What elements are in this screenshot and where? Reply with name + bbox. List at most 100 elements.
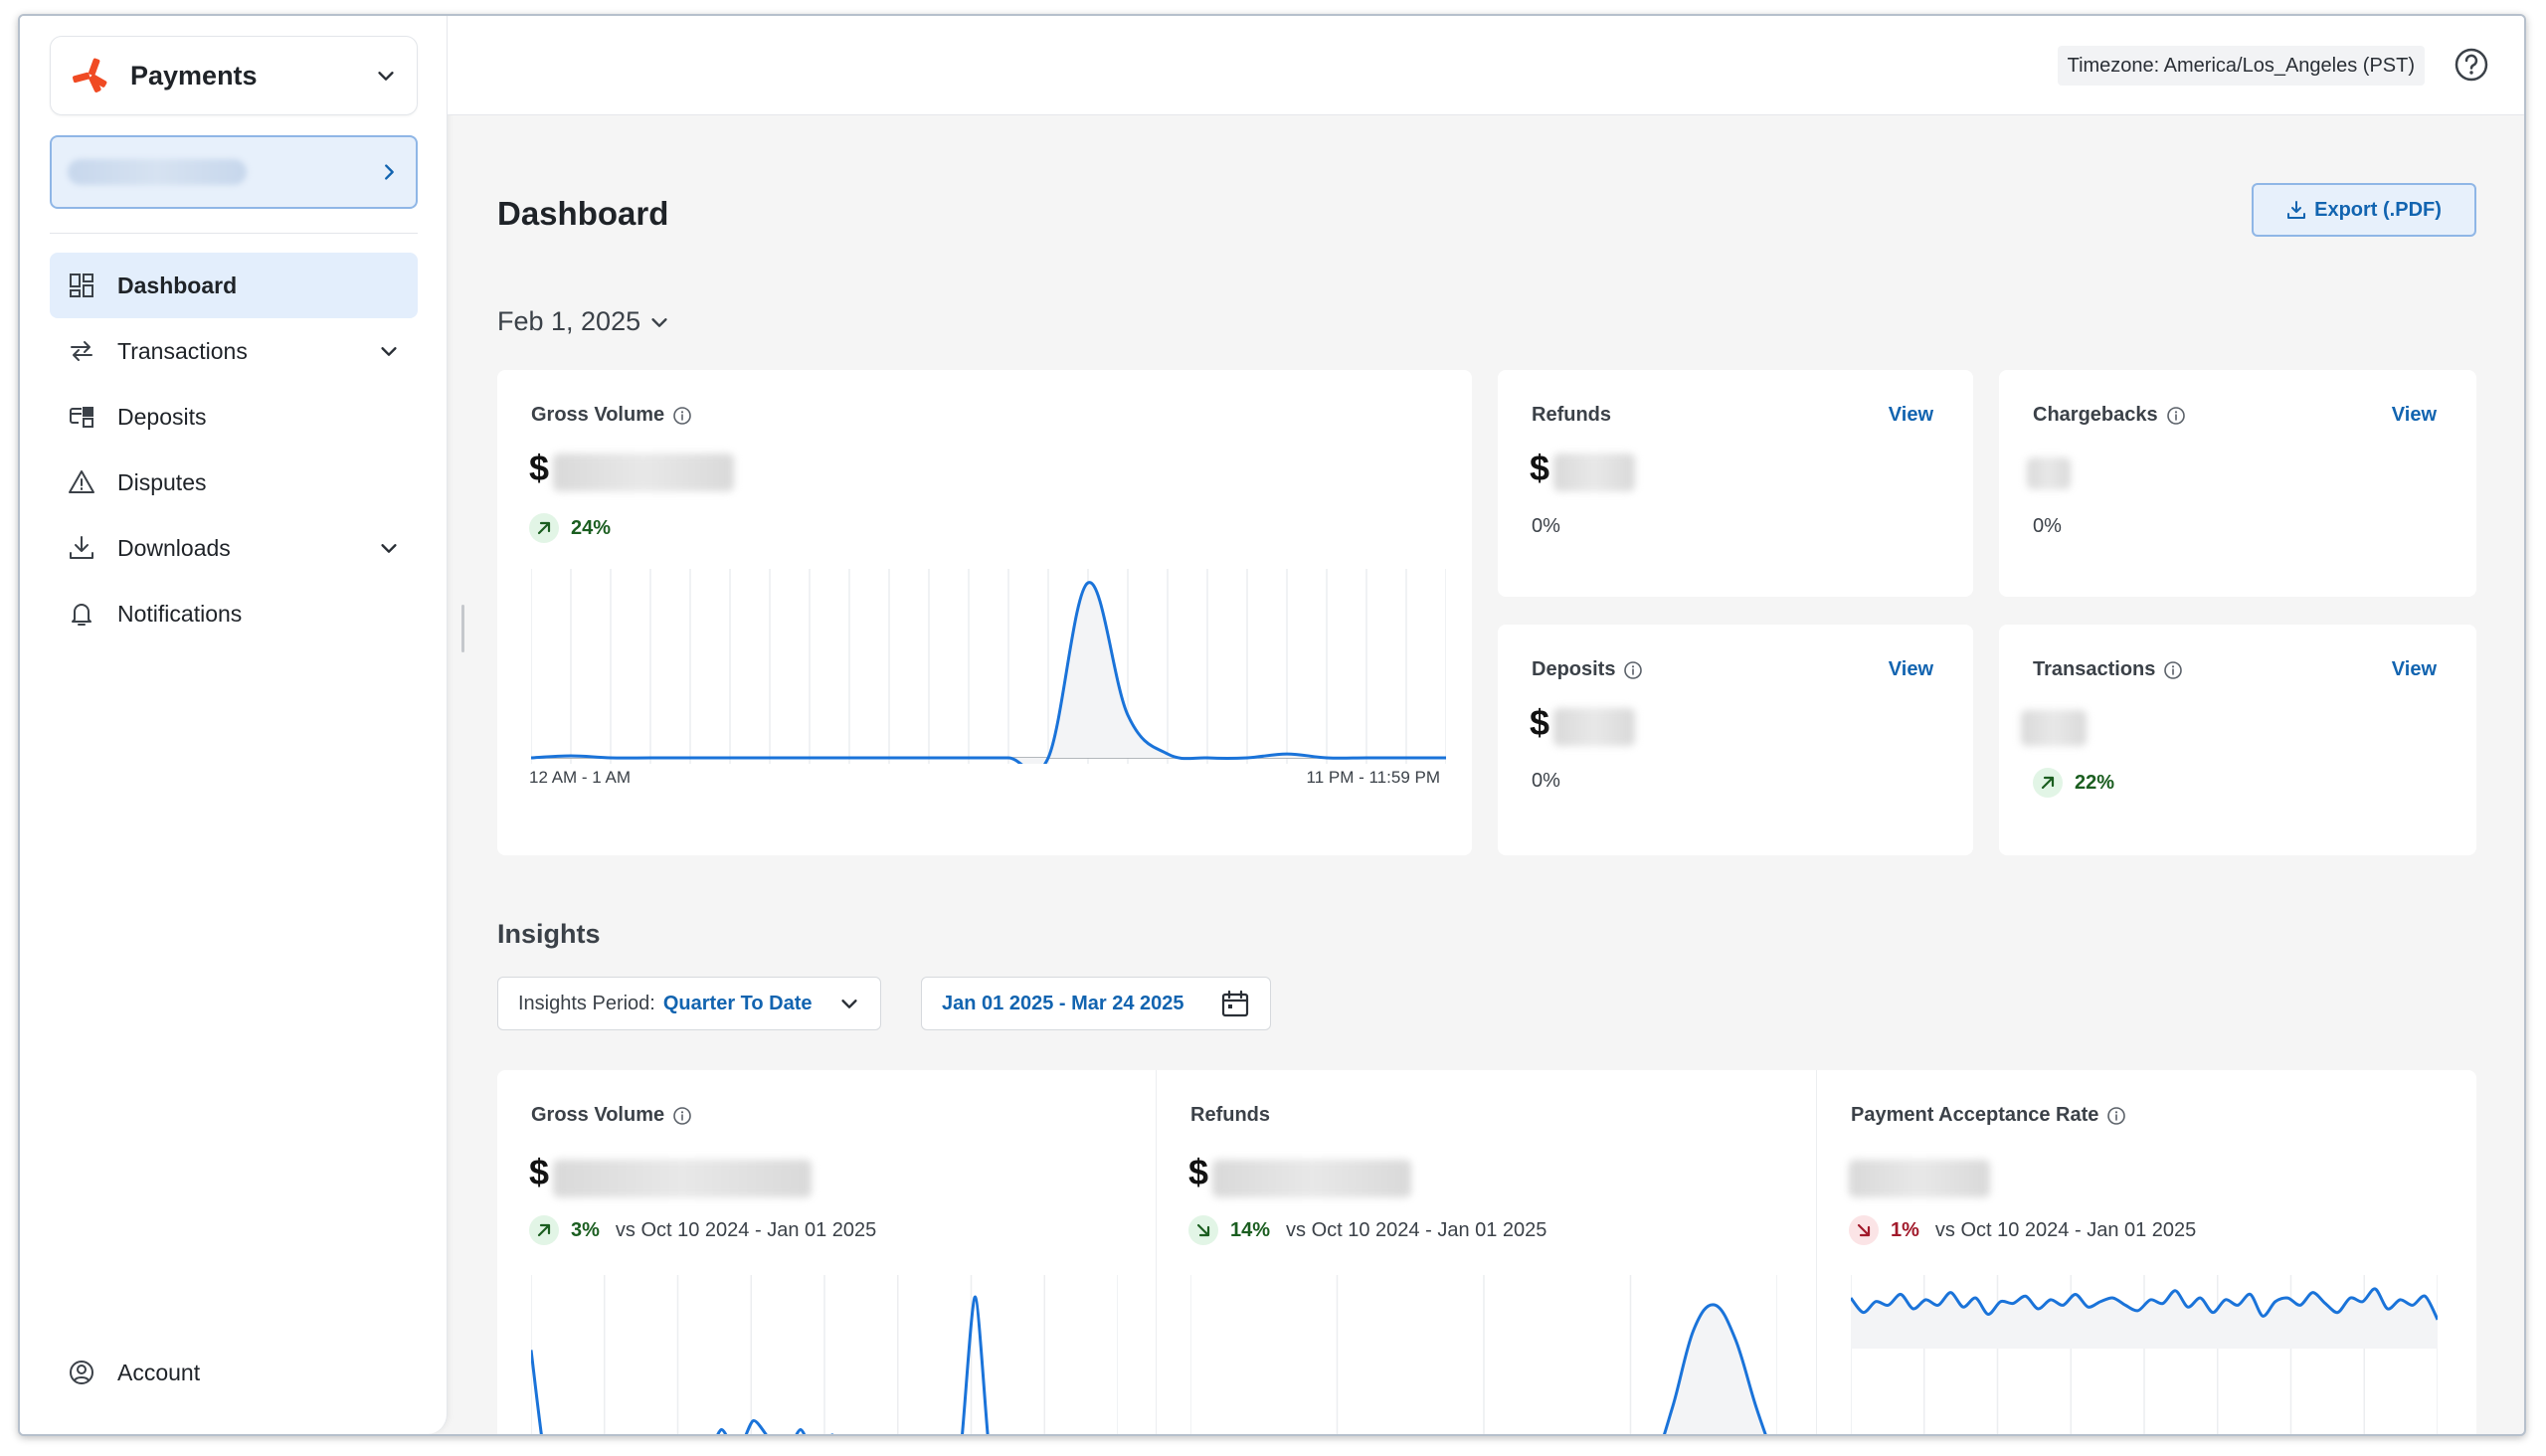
gross-volume-card: Gross Volume $ 24% 12 AM - 1 AM 11 PM - … xyxy=(497,370,1472,855)
download-icon xyxy=(2287,201,2306,219)
redacted-amount xyxy=(1849,1160,1990,1197)
x-axis-end-label: 11 PM - 11:59 PM xyxy=(1306,768,1440,787)
card-title-text: Gross Volume xyxy=(531,404,665,426)
percent-change: 0% xyxy=(2033,515,2062,537)
insights-title: Insights xyxy=(497,919,601,949)
sidebar-item-deposits[interactable]: Deposits xyxy=(50,384,418,450)
comparison-period: vs Oct 10 2024 - Jan 01 2025 xyxy=(1286,1218,1547,1241)
delta-value: 22% xyxy=(2075,771,2115,794)
card-title: Chargebacks xyxy=(2033,404,2186,427)
chevron-down-icon[interactable] xyxy=(378,537,400,559)
delta-badge: 24% xyxy=(529,513,611,543)
period-value: Quarter To Date xyxy=(662,992,813,1014)
app-window: Payments Dashboard Transactions Deposits xyxy=(18,14,2526,1436)
help-icon[interactable] xyxy=(2453,46,2490,84)
sidebar-item-disputes[interactable]: Disputes xyxy=(50,450,418,515)
info-icon[interactable] xyxy=(1623,660,1643,680)
redacted-amount xyxy=(553,1160,812,1197)
delta-value: 14% xyxy=(1230,1218,1271,1241)
currency-symbol: $ xyxy=(529,448,550,488)
sidebar-item-label: Account xyxy=(117,1359,201,1385)
card-title-text: Payment Acceptance Rate xyxy=(1851,1104,2099,1126)
refunds-card: Refunds View $ 0% xyxy=(1498,370,1973,597)
gross-volume-insight-chart xyxy=(531,1275,1118,1434)
arrow-down-right-icon xyxy=(1849,1215,1879,1245)
transactions-view-link[interactable]: View xyxy=(2392,658,2437,681)
refunds-view-link[interactable]: View xyxy=(1889,404,1933,427)
insight-payment-acceptance-rate: Payment Acceptance Rate 1% vs Oct 10 202… xyxy=(1817,1070,2476,1434)
redacted-amount xyxy=(1553,454,1635,491)
redacted-amount xyxy=(1553,708,1635,746)
insights-period-select[interactable]: Insights Period: Quarter To Date xyxy=(497,977,881,1030)
transfer-arrows-icon xyxy=(71,341,92,361)
payments-logo-icon xyxy=(73,58,107,92)
currency-symbol: $ xyxy=(1188,1152,1209,1192)
chevron-down-icon[interactable] xyxy=(375,65,397,87)
sidebar-item-label: Dashboard xyxy=(117,272,238,298)
sidebar-item-dashboard[interactable]: Dashboard xyxy=(50,253,418,318)
transactions-card: Transactions View 22% xyxy=(1999,625,2476,855)
card-title: Gross Volume xyxy=(531,1104,692,1127)
info-icon[interactable] xyxy=(2163,660,2183,680)
series-area xyxy=(531,582,1446,764)
merchant-account-switcher[interactable] xyxy=(50,135,418,209)
insights-cards: Gross Volume $ 3% vs Oct 10 2024 - Jan 0… xyxy=(497,1070,2476,1434)
sidebar-item-account[interactable]: Account xyxy=(68,1359,200,1386)
sidebar-divider xyxy=(50,233,418,234)
card-title-text: Chargebacks xyxy=(2033,404,2158,426)
info-icon[interactable] xyxy=(2166,406,2186,426)
date-picker[interactable]: Feb 1, 2025 xyxy=(497,306,670,337)
delta-value: 1% xyxy=(1891,1218,1919,1241)
warning-icon xyxy=(69,470,94,493)
info-icon[interactable] xyxy=(2106,1106,2126,1126)
arrow-up-right-icon xyxy=(529,513,559,543)
timezone-badge: Timezone: America/Los_Angeles (PST) xyxy=(2057,46,2425,86)
chevron-down-icon xyxy=(841,1000,857,1008)
app-name: Payments xyxy=(130,60,258,91)
period-label: Insights Period: xyxy=(518,992,655,1014)
delta-badge: 3% vs Oct 10 2024 - Jan 01 2025 xyxy=(529,1215,876,1245)
sidebar-item-label: Disputes xyxy=(117,468,207,495)
date-range-picker[interactable]: Jan 01 2025 - Mar 24 2025 xyxy=(921,977,1271,1030)
calendar-icon xyxy=(1221,990,1249,1017)
deposit-icon xyxy=(70,407,93,428)
topbar: Timezone: America/Los_Angeles (PST) xyxy=(448,16,2524,115)
currency-symbol: $ xyxy=(529,1152,550,1192)
card-title: Deposits xyxy=(1532,658,1643,681)
selected-date: Feb 1, 2025 xyxy=(497,306,641,336)
x-axis-start-label: 12 AM - 1 AM xyxy=(529,768,632,787)
card-title: Transactions xyxy=(2033,658,2183,681)
card-title-text: Refunds xyxy=(1532,404,1611,426)
dashboard-icon xyxy=(70,273,93,297)
card-title-text: Refunds xyxy=(1190,1104,1270,1126)
page-title: Dashboard xyxy=(497,195,669,232)
redacted-amount xyxy=(1212,1160,1411,1197)
sidebar-item-transactions[interactable]: Transactions xyxy=(50,318,418,384)
bell-icon xyxy=(72,604,91,626)
comparison-period: vs Oct 10 2024 - Jan 01 2025 xyxy=(1934,1218,2197,1241)
info-icon[interactable] xyxy=(672,1106,692,1126)
sidebar-item-downloads[interactable]: Downloads xyxy=(50,515,418,581)
app-switcher[interactable]: Payments xyxy=(50,36,418,115)
export-pdf-button[interactable]: Export (.PDF) xyxy=(2252,183,2476,237)
arrow-down-right-icon xyxy=(1188,1215,1218,1245)
currency-symbol: $ xyxy=(1530,448,1550,488)
sidebar-item-notifications[interactable]: Notifications xyxy=(50,581,418,646)
insight-refunds: Refunds $ 14% vs Oct 10 2024 - Jan 01 20… xyxy=(1157,1070,1815,1434)
percent-change: 0% xyxy=(1532,515,1560,537)
series-line xyxy=(531,581,1446,764)
export-label: Export (.PDF) xyxy=(2314,198,2442,221)
sidebar-resize-handle[interactable] xyxy=(461,605,464,652)
delta-badge: 14% vs Oct 10 2024 - Jan 01 2025 xyxy=(1188,1215,1546,1245)
date-range-value: Jan 01 2025 - Mar 24 2025 xyxy=(942,992,1184,1014)
chevron-right-icon[interactable] xyxy=(378,161,400,183)
info-icon[interactable] xyxy=(672,406,692,426)
deposits-view-link[interactable]: View xyxy=(1889,658,1933,681)
card-title: Payment Acceptance Rate xyxy=(1851,1104,2126,1127)
card-title-text: Deposits xyxy=(1532,658,1616,680)
delta-value: 3% xyxy=(571,1218,600,1241)
chevron-down-icon[interactable] xyxy=(378,340,400,362)
chargebacks-view-link[interactable]: View xyxy=(2392,404,2437,427)
card-title: Refunds xyxy=(1532,404,1611,427)
sidebar-item-label: Deposits xyxy=(117,403,207,430)
